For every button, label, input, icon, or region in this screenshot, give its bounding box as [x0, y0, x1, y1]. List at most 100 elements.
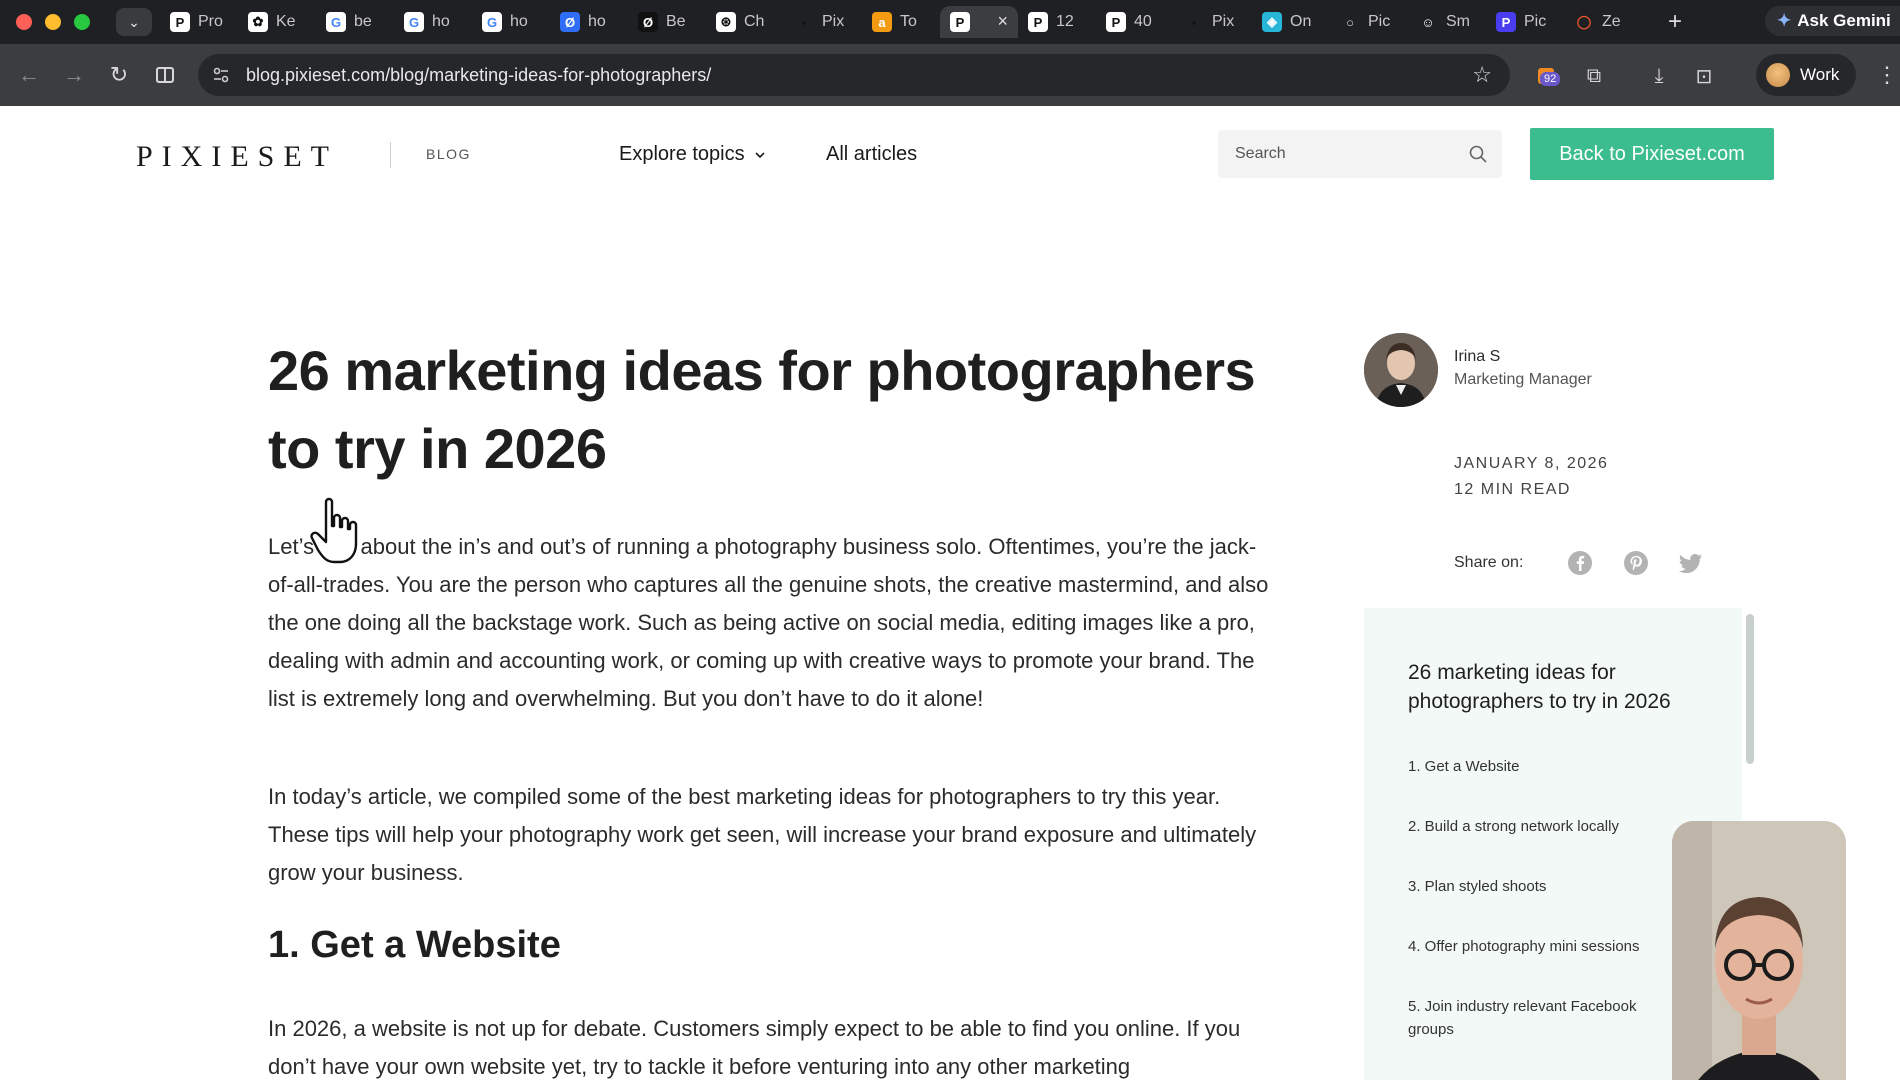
browser-tab-bar: ⌄ P Pro ✿ Ke Gbe Gho Gho Øho Ø Be ⊛ Ch ▪ Pix a To P × P 12 P…: [0, 0, 1900, 44]
browser-tab[interactable]: P 12: [1018, 6, 1096, 38]
tab-favicon-icon: P: [170, 12, 190, 32]
tab-title: Pix: [822, 13, 845, 30]
search-box: [1218, 130, 1502, 178]
tab-title: Ke: [276, 13, 296, 30]
tab-favicon-icon: Ø: [560, 12, 580, 32]
url-text: blog.pixieset.com/blog/marketing-ideas-f…: [246, 65, 712, 85]
download-icon[interactable]: ⤓: [1645, 62, 1673, 90]
tab-favicon-icon: a: [872, 12, 892, 32]
article-paragraph: In 2026, a website is not up for debate.…: [268, 1016, 1241, 1079]
tab-title: Sm: [1446, 13, 1470, 30]
tab-title: 12: [1056, 13, 1074, 30]
post-date: JANUARY 8, 2026: [1454, 455, 1609, 472]
gemini-sparkle-icon: ✦: [1777, 11, 1792, 30]
browser-tab[interactable]: ◈ On: [1252, 6, 1330, 38]
browser-tab[interactable]: Gho: [472, 6, 550, 38]
toc-item[interactable]: 1. Get a Website: [1408, 755, 1678, 778]
facebook-icon[interactable]: [1567, 550, 1593, 576]
browser-tab[interactable]: ☺ Sm: [1408, 6, 1486, 38]
screenshot-icon[interactable]: ⊡: [1690, 62, 1718, 90]
browser-tab[interactable]: Ø Be: [628, 6, 706, 38]
tab-title: ho: [510, 13, 528, 30]
tab-favicon-icon: P: [1496, 12, 1516, 32]
ask-gemini-button[interactable]: ✦ Ask Gemini: [1765, 6, 1900, 36]
browser-tab[interactable]: Gho: [394, 6, 472, 38]
tab-favicon-icon: P: [1028, 12, 1048, 32]
tab-close-icon[interactable]: ×: [997, 11, 1008, 32]
tab-favicon-icon: P: [950, 12, 970, 32]
tab-favicon-icon: ▪: [794, 12, 814, 32]
new-tab-button[interactable]: +: [1660, 8, 1690, 36]
tab-title: Be: [666, 13, 686, 30]
back-to-pixieset-button[interactable]: Back to Pixieset.com: [1530, 128, 1774, 180]
browser-tab[interactable]: ◯ Ze: [1564, 6, 1642, 38]
profile-avatar: [1766, 63, 1790, 87]
site-settings-icon[interactable]: [210, 64, 232, 86]
toc-item[interactable]: 2. Build a strong network locally: [1408, 815, 1678, 838]
browser-tab-active[interactable]: P ×: [940, 6, 1018, 38]
extensions-puzzle-icon[interactable]: ⧉: [1580, 62, 1608, 90]
author-role: Marketing Manager: [1454, 371, 1592, 388]
toc-title: 26 marketing ideas for photographers to …: [1408, 661, 1671, 713]
browser-tab[interactable]: Gbe: [316, 6, 394, 38]
tab-favicon-icon: ○: [1340, 12, 1360, 32]
article-title: 26 marketing ideas for photographers to …: [268, 339, 1256, 480]
address-bar[interactable]: blog.pixieset.com/blog/marketing-ideas-f…: [198, 54, 1510, 96]
tab-favicon-icon: ◈: [1262, 12, 1282, 32]
tab-title: 40: [1134, 13, 1152, 30]
browser-tab[interactable]: Øho: [550, 6, 628, 38]
back-arrow-icon[interactable]: ←: [16, 62, 42, 88]
article-paragraph: In today’s article, we compiled some of …: [268, 784, 1257, 885]
browser-tab[interactable]: ▪ Pix: [784, 6, 862, 38]
blog-label[interactable]: BLOG: [426, 146, 471, 162]
window-close-button[interactable]: [16, 14, 32, 30]
toc-item[interactable]: 4. Offer photography mini sessions: [1408, 935, 1678, 958]
browser-tab[interactable]: ✿ Ke: [238, 6, 316, 38]
forward-arrow-icon[interactable]: →: [61, 62, 87, 88]
tab-title: Pic: [1368, 13, 1391, 30]
tab-title: Ze: [1602, 13, 1621, 30]
tab-title: Pix: [1212, 13, 1235, 30]
tab-search-button[interactable]: ⌄: [116, 8, 152, 36]
tab-title: be: [354, 13, 372, 30]
webcam-overlay[interactable]: [1672, 821, 1846, 1080]
pixieset-logo[interactable]: PIXIESET: [136, 140, 338, 174]
toc-item[interactable]: 3. Plan styled shoots: [1408, 875, 1678, 898]
explore-topics-dropdown[interactable]: Explore topics: [619, 143, 767, 166]
twitter-icon[interactable]: [1678, 550, 1704, 576]
toc-item[interactable]: 5. Join industry relevant Facebook group…: [1408, 995, 1678, 1041]
toc-scrollbar[interactable]: [1746, 614, 1754, 764]
tab-title: Ch: [744, 13, 765, 30]
reload-icon[interactable]: ↻: [106, 62, 132, 88]
tab-favicon-icon: ⊛: [716, 12, 736, 32]
browser-tab[interactable]: a To: [862, 6, 940, 38]
browser-tab[interactable]: P 40: [1096, 6, 1174, 38]
more-menu-icon[interactable]: ⋮: [1876, 62, 1898, 88]
tab-title: To: [900, 13, 917, 30]
browser-tab[interactable]: ⊛ Ch: [706, 6, 784, 38]
browser-tab[interactable]: P Pro: [160, 6, 238, 38]
split-view-icon[interactable]: [152, 62, 178, 88]
search-input[interactable]: [1218, 130, 1458, 178]
tab-title: Pro: [198, 13, 223, 30]
tab-title: Pic: [1524, 13, 1547, 30]
site-header: PIXIESET BLOG Explore topics All article…: [0, 106, 1900, 201]
bookmark-star-icon[interactable]: ☆: [1472, 62, 1492, 88]
tab-title: ho: [432, 13, 450, 30]
tab-strip: P Pro ✿ Ke Gbe Gho Gho Øho Ø Be ⊛ Ch ▪ Pix a To P × P 12 P 40…: [160, 6, 1642, 38]
tab-favicon-icon: ▪: [1184, 12, 1204, 32]
all-articles-link[interactable]: All articles: [826, 143, 917, 166]
window-zoom-button[interactable]: [74, 14, 90, 30]
logo-divider: [390, 142, 391, 168]
pinterest-icon[interactable]: [1623, 550, 1649, 576]
browser-toolbar: ← → ↻ blog.pixieset.com/blog/marketing-i…: [0, 44, 1900, 106]
browser-tab[interactable]: ▪ Pix: [1174, 6, 1252, 38]
tab-favicon-icon: ✿: [248, 12, 268, 32]
chevron-down-icon: [755, 151, 765, 158]
browser-tab[interactable]: P Pic: [1486, 6, 1564, 38]
browser-tab[interactable]: ○ Pic: [1330, 6, 1408, 38]
profile-button[interactable]: Work: [1756, 54, 1856, 96]
profile-label: Work: [1800, 65, 1840, 84]
search-icon[interactable]: [1468, 144, 1488, 164]
window-minimize-button[interactable]: [45, 14, 61, 30]
